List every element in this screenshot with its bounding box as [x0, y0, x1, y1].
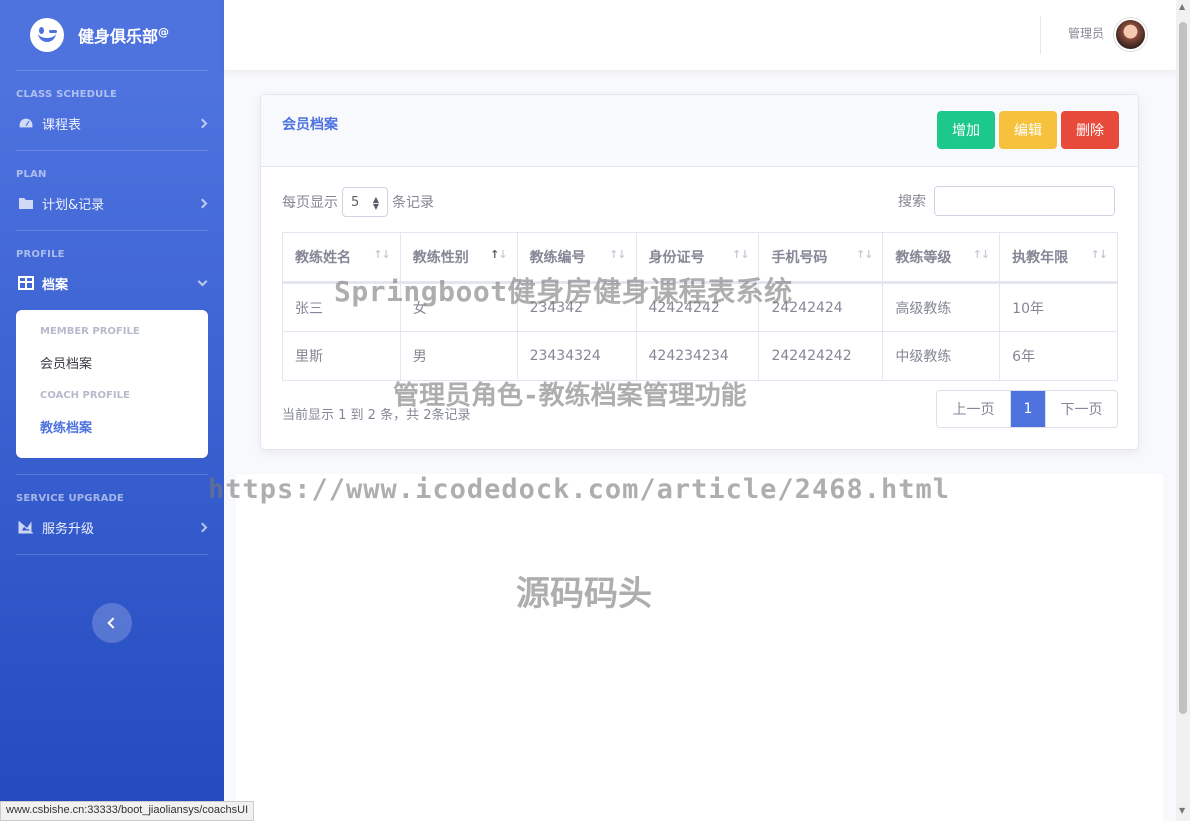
wink-logo-icon: [30, 18, 64, 52]
topbar: 管理员: [224, 0, 1176, 70]
submenu-item-member-profile[interactable]: 会员档案: [16, 345, 208, 384]
search-control: 搜索: [898, 186, 1115, 216]
submenu-heading-member: MEMBER PROFILE: [40, 326, 140, 337]
sort-icon: ↑↓: [972, 248, 990, 261]
sort-icon: ↑↓: [732, 248, 749, 261]
sidebar: 健身俱乐部@ CLASS SCHEDULE 课程表 PLAN 计划&记录 PRO…: [0, 0, 224, 821]
watermark-brand: 源码码头: [516, 574, 652, 614]
sort-icon: ↑↓: [373, 248, 390, 261]
chevron-right-icon: [197, 198, 208, 208]
sort-icon: ↑↓: [855, 248, 873, 261]
watermark-url: https://www.icodedock.com/article/2468.h…: [208, 474, 950, 505]
sidebar-item-upgrade[interactable]: 服务升级: [0, 512, 224, 542]
avatar[interactable]: [1114, 18, 1147, 51]
scrollbar-thumb[interactable]: [1179, 22, 1187, 714]
add-button[interactable]: 增加: [937, 111, 995, 149]
search-label: 搜索: [898, 194, 926, 210]
card-header: 会员档案 增加 编辑 删除: [261, 95, 1138, 167]
watermark-subtitle: 管理员角色-教练档案管理功能: [393, 381, 747, 411]
chevron-right-icon: [197, 522, 208, 532]
next-page-button[interactable]: 下一页: [1045, 391, 1117, 427]
browser-status-bar: www.csbishe.cn:33333/boot_jiaoliansys/co…: [0, 801, 255, 821]
dashboard-icon: [18, 117, 34, 129]
column-header-years[interactable]: 执教年限 ↑↓: [999, 232, 1118, 284]
heading-class-schedule: CLASS SCHEDULE: [16, 89, 118, 100]
delete-button[interactable]: 删除: [1061, 111, 1119, 149]
sort-asc-icon: ↑↓: [490, 248, 507, 261]
user-name[interactable]: 管理员: [1068, 25, 1104, 42]
folder-icon: [19, 198, 33, 209]
sidebar-toggle-button[interactable]: [92, 603, 132, 643]
length-suffix: 条记录: [392, 195, 434, 211]
topbar-divider: [1040, 16, 1041, 54]
heading-plan: PLAN: [16, 169, 47, 180]
page-scrollbar[interactable]: ▲ ▼: [1176, 0, 1190, 821]
brand[interactable]: 健身俱乐部@: [0, 0, 224, 70]
sidebar-item-profile[interactable]: 档案: [0, 268, 224, 298]
prev-page-button[interactable]: 上一页: [937, 391, 1011, 427]
area-chart-icon: [18, 521, 33, 534]
scroll-down-icon[interactable]: ▼: [1179, 806, 1185, 815]
scroll-up-icon[interactable]: ▲: [1179, 2, 1185, 11]
submenu-item-coach-profile[interactable]: 教练档案: [16, 409, 208, 448]
content-panel: [236, 474, 1163, 821]
heading-service-upgrade: SERVICE UPGRADE: [16, 493, 125, 504]
page-1-button[interactable]: 1: [1011, 391, 1045, 427]
sort-icon: ↑↓: [1090, 248, 1108, 261]
chevron-down-icon: [197, 276, 208, 286]
submenu-heading-coach: COACH PROFILE: [40, 390, 130, 401]
table-icon: [18, 276, 34, 290]
table-row[interactable]: 里斯 男 23434324 424234234 242424242 中级教练 6…: [282, 331, 1118, 381]
pagination: 上一页 1 下一页: [936, 390, 1118, 428]
page-length-control: 每页显示 5 ▲ ▼ 条记录: [282, 187, 434, 217]
card-title: 会员档案: [282, 117, 338, 133]
sidebar-divider: [16, 554, 208, 555]
brand-name: 健身俱乐部@: [78, 25, 170, 46]
heading-profile: PROFILE: [16, 249, 65, 260]
page-length-select[interactable]: 5 ▲ ▼: [342, 187, 388, 217]
sidebar-item-schedule[interactable]: 课程表: [0, 108, 224, 138]
column-header-level[interactable]: 教练等级 ↑↓: [882, 232, 1001, 284]
sidebar-item-plan[interactable]: 计划&记录: [0, 188, 224, 218]
sort-caret-icon: ▲ ▼: [372, 195, 379, 211]
chevron-right-icon: [197, 118, 208, 128]
watermark-title: Springboot健身房健身课程表系统: [334, 275, 793, 308]
sort-icon: ↑↓: [609, 248, 626, 261]
length-prefix: 每页显示: [282, 195, 338, 211]
profile-submenu: MEMBER PROFILE 会员档案 COACH PROFILE 教练档案: [16, 310, 208, 458]
search-input[interactable]: [934, 186, 1115, 216]
edit-button[interactable]: 编辑: [999, 111, 1057, 149]
